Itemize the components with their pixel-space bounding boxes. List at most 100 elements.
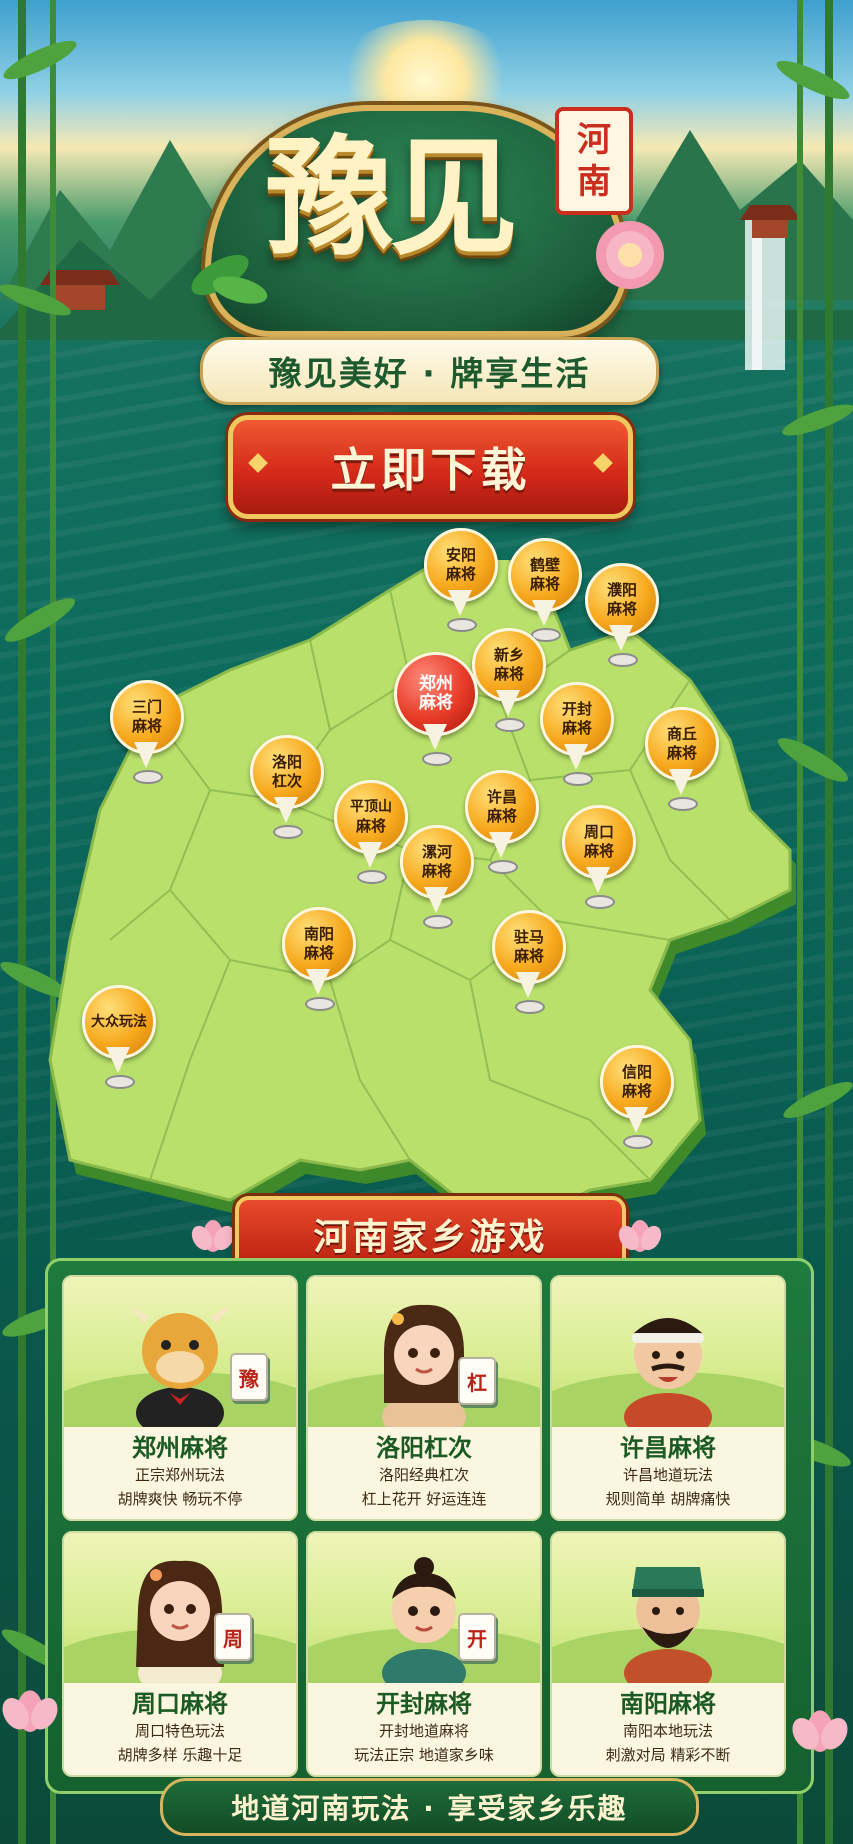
game-card-zhoukou[interactable]: 周 周口麻将 周口特色玩法 胡牌多样 乐趣十足 (62, 1531, 298, 1777)
game-desc-line1: 开封地道麻将 (378, 1722, 469, 1740)
pin-label: 安阳 (445, 546, 476, 564)
map-pin[interactable]: 安阳 麻将 (424, 528, 498, 638)
game-desc-line2: 刺激对局 精彩不断 (605, 1746, 731, 1764)
map-pin-featured[interactable]: 郑州 麻将 (394, 652, 478, 766)
lotus-flower-icon (618, 1220, 662, 1252)
pin-label: 麻将 (621, 1082, 652, 1100)
card-art: 豫 (64, 1277, 296, 1452)
pin-label: 麻将 (486, 807, 517, 825)
mahjong-tile-icon: 周 (214, 1613, 252, 1661)
pin-label: 商丘 (666, 725, 697, 743)
game-desc-line2: 规则简单 胡牌痛快 (605, 1490, 731, 1508)
pin-label: 麻将 (303, 944, 334, 962)
uncle-headband-character-icon (624, 1318, 712, 1427)
game-title: 洛阳杠次 (376, 1434, 472, 1462)
pin-label: 麻将 (355, 817, 386, 835)
map-pin[interactable]: 信阳 麻将 (600, 1045, 674, 1155)
card-art: 杠 (308, 1277, 540, 1452)
map-pin[interactable]: 商丘 麻将 (645, 707, 719, 817)
map-pin[interactable]: 开封 麻将 (540, 682, 614, 792)
game-desc-line1: 周口特色玩法 (134, 1722, 225, 1740)
map-pin[interactable]: 新乡 麻将 (472, 628, 546, 738)
download-button[interactable]: 立即下载 (228, 415, 633, 519)
card-art (552, 1277, 784, 1452)
pin-label: 麻将 (131, 717, 162, 735)
footer-text: 地道河南玩法 · 享受家乡乐趣 (231, 1792, 628, 1825)
pin-label: 许昌 (486, 788, 517, 806)
bearded-man-character-icon (624, 1567, 712, 1683)
pin-label: 南阳 (303, 925, 334, 943)
slogan-text: 豫见美好 · 牌享生活 (268, 354, 591, 393)
map-pin[interactable]: 濮阳 麻将 (585, 563, 659, 673)
pin-label: 麻将 (419, 693, 453, 713)
map-pin[interactable]: 三门 麻将 (110, 680, 184, 790)
game-title: 南阳麻将 (620, 1690, 716, 1718)
mahjong-tile-icon: 豫 (230, 1353, 268, 1401)
pin-label: 驻马 (513, 928, 544, 946)
game-desc-line1: 正宗郑州玩法 (134, 1466, 225, 1484)
map-pin[interactable]: 平顶山 麻将 (334, 780, 408, 890)
footer-banner: 地道河南玩法 · 享受家乡乐趣 (160, 1778, 699, 1836)
mahjong-tile-icon: 杠 (458, 1357, 496, 1405)
lotus-flower-icon (2, 1690, 58, 1732)
game-card-xuchang[interactable]: 许昌麻将 许昌地道玩法 规则简单 胡牌痛快 (550, 1275, 786, 1521)
pin-label: 三门 (131, 698, 162, 716)
game-title: 开封麻将 (376, 1690, 472, 1718)
pin-label: 麻将 (421, 862, 452, 880)
pin-label: 郑州 (419, 674, 453, 694)
diamond-ornament-icon (248, 453, 268, 473)
card-art (552, 1533, 784, 1708)
games-grid-panel: 豫 郑州麻将 正宗郑州玩法 胡牌爽快 畅玩不停 杠 洛阳杠次 洛阳经典杠次 杠上… (45, 1258, 814, 1794)
game-desc-line2: 玩法正宗 地道家乡味 (354, 1746, 494, 1764)
logo-title: 豫见 (265, 123, 518, 273)
bull-mascot-icon (128, 1305, 232, 1427)
game-desc-line1: 许昌地道玩法 (622, 1466, 713, 1484)
card-art: 开 (308, 1533, 540, 1708)
game-title: 许昌麻将 (620, 1434, 716, 1462)
henan-seal: 河 南 (555, 107, 633, 215)
map-pin[interactable]: 漯河 麻将 (400, 825, 474, 935)
pin-label: 鹤壁 (529, 556, 560, 574)
pin-label: 麻将 (561, 719, 592, 737)
pin-label: 平顶山 (350, 799, 392, 815)
game-desc-line2: 胡牌多样 乐趣十足 (117, 1746, 243, 1764)
game-card-luoyang[interactable]: 杠 洛阳杠次 洛阳经典杠次 杠上花开 好运连连 (306, 1275, 542, 1521)
pin-label: 信阳 (621, 1063, 652, 1081)
game-card-kaifeng[interactable]: 开 开封麻将 开封地道麻将 玩法正宗 地道家乡味 (306, 1531, 542, 1777)
map-pin[interactable]: 驻马 麻将 (492, 910, 566, 1020)
peony-flower-icon (596, 221, 664, 289)
seal-char: 河 (577, 120, 611, 160)
pin-label: 麻将 (493, 665, 524, 683)
map-pin[interactable]: 周口 麻将 (562, 805, 636, 915)
map-pin[interactable]: 南阳 麻将 (282, 907, 356, 1017)
section-title: 河南家乡游戏 (313, 1217, 548, 1258)
game-desc-line1: 南阳本地玩法 (622, 1722, 713, 1740)
game-desc-line2: 杠上花开 好运连连 (361, 1490, 487, 1508)
pin-label: 麻将 (583, 842, 614, 860)
pin-label: 麻将 (513, 947, 544, 965)
pin-label: 麻将 (445, 565, 476, 583)
pin-label: 麻将 (666, 744, 697, 762)
diamond-ornament-icon (593, 453, 613, 473)
pin-label: 杠次 (271, 772, 302, 790)
game-desc-line2: 胡牌爽快 畅玩不停 (117, 1490, 243, 1508)
game-card-nanyang[interactable]: 南阳麻将 南阳本地玩法 刺激对局 精彩不断 (550, 1531, 786, 1777)
pin-label: 漯河 (421, 843, 452, 861)
game-card-zhengzhou[interactable]: 豫 郑州麻将 正宗郑州玩法 胡牌爽快 畅玩不停 (62, 1275, 298, 1521)
pin-label: 新乡 (493, 646, 524, 664)
pin-label: 洛阳 (271, 753, 302, 771)
map-pin[interactable]: 洛阳 杠次 (250, 735, 324, 845)
map-pin[interactable]: 大众玩法 (82, 985, 156, 1095)
lotus-flower-icon (792, 1710, 848, 1752)
pin-label: 周口 (583, 823, 614, 841)
slogan-banner: 豫见美好 · 牌享生活 (200, 337, 659, 405)
lotus-flower-icon (191, 1220, 235, 1252)
pin-label: 濮阳 (606, 581, 637, 599)
game-title: 周口麻将 (132, 1690, 228, 1718)
game-logo: 豫见 河 南 (185, 95, 664, 345)
map-pin[interactable]: 许昌 麻将 (465, 770, 539, 880)
mahjong-tile-icon: 开 (458, 1613, 496, 1661)
download-label: 立即下载 (330, 443, 531, 497)
pin-label: 麻将 (606, 600, 637, 618)
card-art: 周 (64, 1533, 296, 1708)
